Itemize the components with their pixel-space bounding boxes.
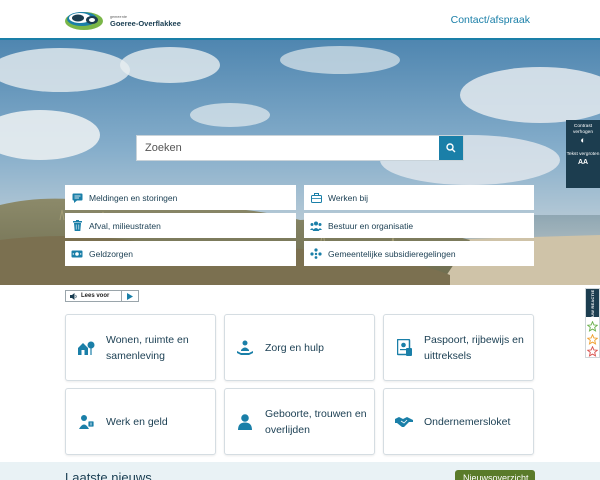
play-icon: [127, 292, 133, 300]
read-aloud-main: Lees voor: [66, 291, 122, 301]
star-good-icon[interactable]: [587, 321, 598, 332]
logo-mark-icon: [65, 12, 103, 30]
tile-label: Geboorte, trouwen en overlijden: [265, 407, 367, 436]
text-size-toggle[interactable]: Tekst vergroten AA: [566, 152, 600, 167]
tile-ondernemersloket[interactable]: Ondernemersloket: [383, 388, 534, 455]
contact-link[interactable]: Contact/afspraak: [451, 14, 530, 26]
star-bad-icon[interactable]: [587, 346, 598, 357]
quick-link-label: Meldingen en storingen: [89, 192, 178, 203]
community-icon: [304, 248, 328, 259]
quick-link-label: Bestuur en organisatie: [328, 220, 414, 231]
tile-label: Zorg en hulp: [265, 341, 324, 354]
quick-link-subsidie[interactable]: Gemeentelijke subsidieregelingen: [304, 241, 534, 266]
tile-label: Paspoort, rijbewijs en uittreksels: [424, 333, 524, 362]
text-size-label: Tekst vergroten: [566, 152, 600, 157]
search-bar: [136, 135, 464, 161]
feedback-label: UW REACTIE: [586, 289, 599, 317]
quick-link-geldzorgen[interactable]: Geldzorgen: [65, 241, 296, 266]
quick-link-werken-bij[interactable]: Werken bij: [304, 185, 534, 210]
tile-label: Ondernemersloket: [424, 415, 511, 428]
trash-icon: [65, 220, 89, 231]
search-input[interactable]: [137, 136, 440, 160]
handshake-icon: [384, 416, 424, 428]
quick-link-label: Werken bij: [328, 192, 368, 203]
tile-geboorte[interactable]: Geboorte, trouwen en overlijden: [224, 388, 375, 455]
house-tree-icon: [66, 340, 106, 355]
money-icon: [65, 250, 89, 258]
tile-label: Werk en geld: [106, 415, 168, 428]
tile-zorg[interactable]: Zorg en hulp: [224, 314, 375, 381]
quick-link-afval[interactable]: Afval, milieustraten: [65, 213, 296, 238]
care-hands-icon: [225, 340, 265, 356]
passport-icon: [384, 339, 424, 356]
chat-icon: [65, 193, 89, 203]
contrast-toggle[interactable]: Contrast verhogen ◐: [566, 124, 600, 146]
read-aloud-label: Lees voor: [81, 293, 110, 299]
site-logo[interactable]: gemeente Goeree-Overflakkee: [64, 8, 184, 34]
text-size-icon: AA: [577, 158, 589, 166]
search-button[interactable]: [439, 136, 463, 160]
quick-link-label: Geldzorgen: [89, 248, 133, 259]
tile-werk-geld[interactable]: Werk en geld: [65, 388, 216, 455]
briefcase-icon: [304, 192, 328, 203]
search-icon: [446, 143, 456, 153]
contrast-label: Contrast verhogen: [572, 124, 593, 135]
tile-wonen[interactable]: Wonen, ruimte en samenleving: [65, 314, 216, 381]
people-group-icon: [304, 221, 328, 231]
quick-link-label: Gemeentelijke subsidieregelingen: [328, 248, 456, 259]
person-icon: [225, 413, 265, 430]
feedback-widget[interactable]: UW REACTIE: [585, 288, 600, 358]
hero-banner: Meldingen en storingen Werken bij Afval,…: [0, 40, 600, 285]
contrast-icon: ◐: [580, 135, 586, 145]
tile-paspoort[interactable]: Paspoort, rijbewijs en uittreksels: [383, 314, 534, 381]
play-button[interactable]: [122, 291, 138, 301]
news-heading: Laatste nieuws: [65, 470, 152, 480]
quick-link-meldingen[interactable]: Meldingen en storingen: [65, 185, 296, 210]
read-aloud-button[interactable]: Lees voor: [65, 290, 139, 302]
news-overview-button[interactable]: Nieuwsoverzicht: [455, 470, 535, 480]
work-money-icon: [66, 414, 106, 430]
star-neutral-icon[interactable]: [587, 334, 598, 345]
speaker-icon: [70, 292, 77, 300]
logo-text: Goeree-Overflakkee: [110, 19, 181, 28]
tile-label: Wonen, ruimte en samenleving: [106, 333, 189, 362]
quick-link-bestuur[interactable]: Bestuur en organisatie: [304, 213, 534, 238]
accessibility-widget: Contrast verhogen ◐ Tekst vergroten AA: [566, 120, 600, 188]
quick-link-label: Afval, milieustraten: [89, 220, 161, 231]
site-header: gemeente Goeree-Overflakkee Contact/afsp…: [0, 0, 600, 38]
